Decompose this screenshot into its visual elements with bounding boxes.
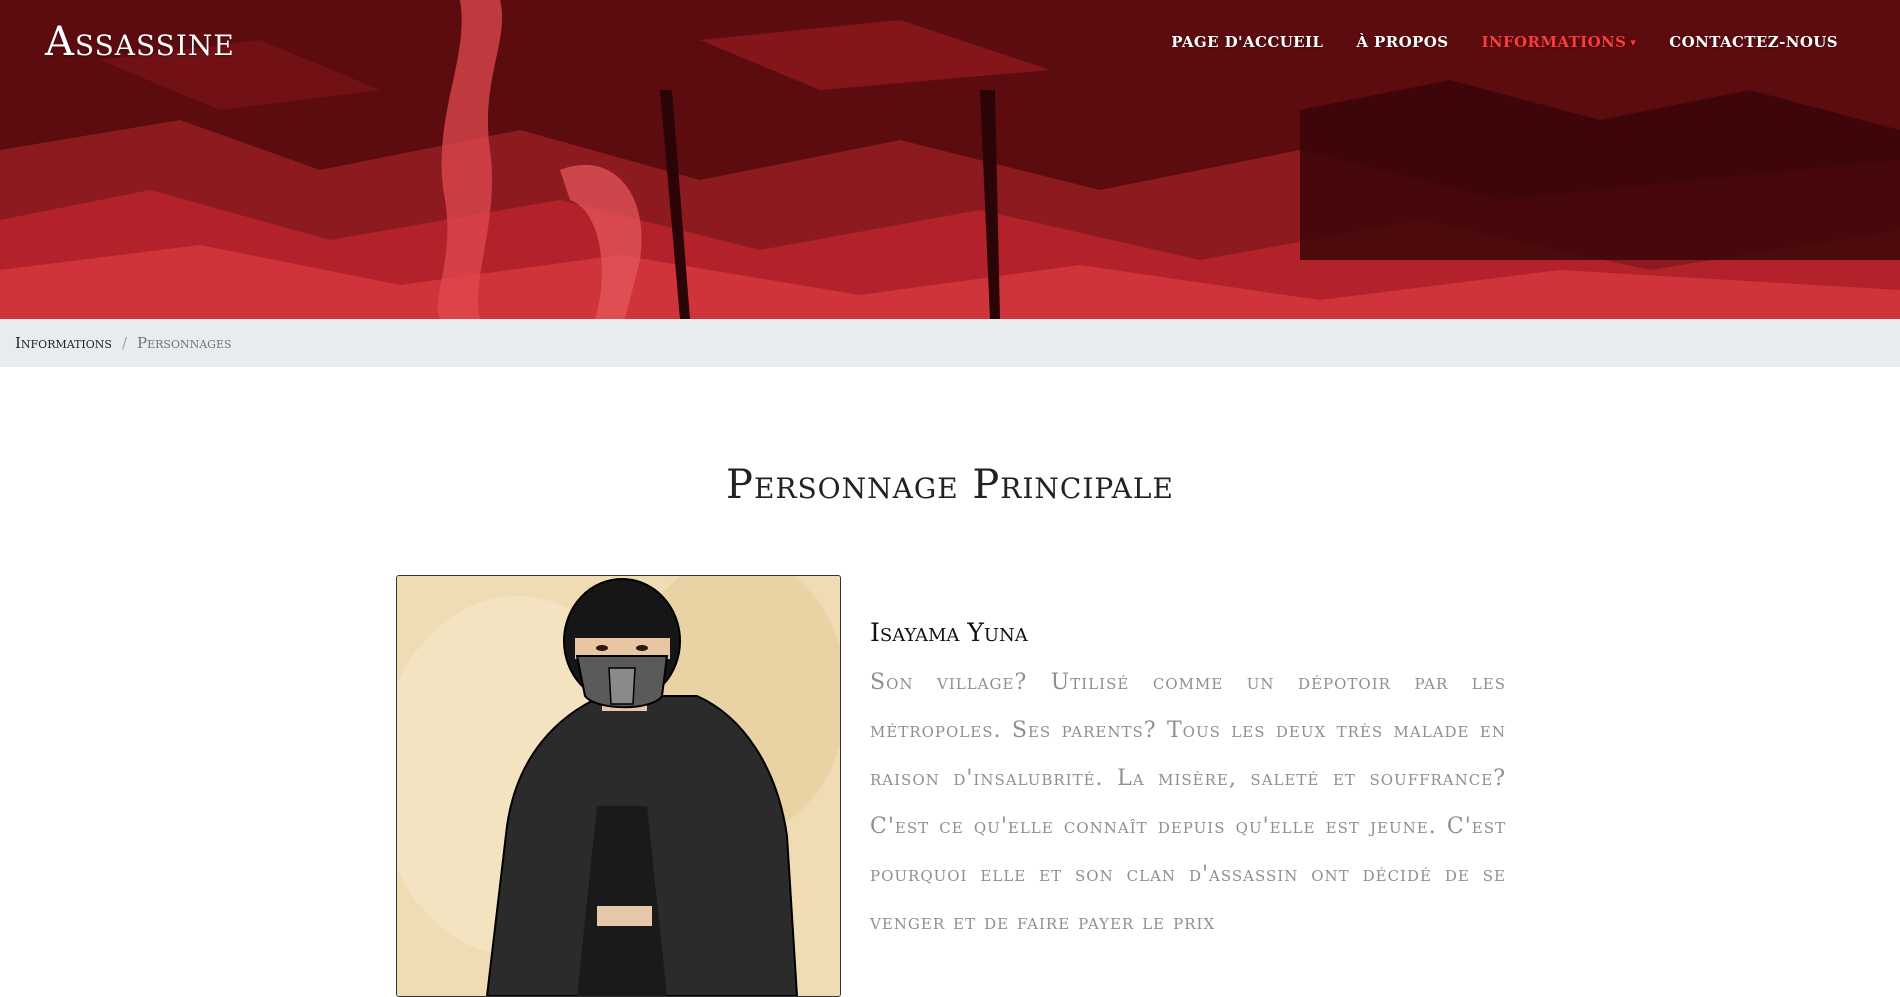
breadcrumb: Informations / Personnages: [0, 319, 1900, 367]
page-title: Personnage Principale: [726, 462, 1174, 508]
nav-item-contact-label: Contactez-nous: [1669, 33, 1838, 51]
site-logo[interactable]: Assassine: [45, 19, 235, 65]
character-portrait-image: [397, 576, 840, 996]
chevron-down-icon: ▾: [1630, 35, 1637, 49]
nav-item-about[interactable]: À propos: [1356, 33, 1448, 51]
nav-item-informations-label: Informations: [1481, 33, 1627, 51]
main-nav: Page d'accueil À propos Informations ▾ C…: [1171, 33, 1838, 51]
breadcrumb-link-informations[interactable]: Informations: [15, 334, 112, 352]
breadcrumb-separator: /: [121, 334, 128, 352]
character-info: Isayama Yuna Son village? Utilisé comme …: [870, 618, 1506, 947]
nav-item-home[interactable]: Page d'accueil: [1171, 33, 1323, 51]
nav-item-about-label: À propos: [1356, 33, 1449, 51]
character-image-card: [396, 575, 841, 997]
hero-banner: Assassine Page d'accueil À propos Inform…: [0, 0, 1900, 319]
character-description: Son village? Utilisé comme un dépotoir p…: [870, 670, 1506, 935]
nav-item-contact[interactable]: Contactez-nous: [1669, 33, 1838, 51]
breadcrumb-current: Personnages: [137, 334, 232, 352]
nav-item-informations[interactable]: Informations ▾: [1481, 33, 1636, 51]
character-name: Isayama Yuna: [870, 618, 1028, 647]
nav-item-home-label: Page d'accueil: [1171, 33, 1324, 51]
